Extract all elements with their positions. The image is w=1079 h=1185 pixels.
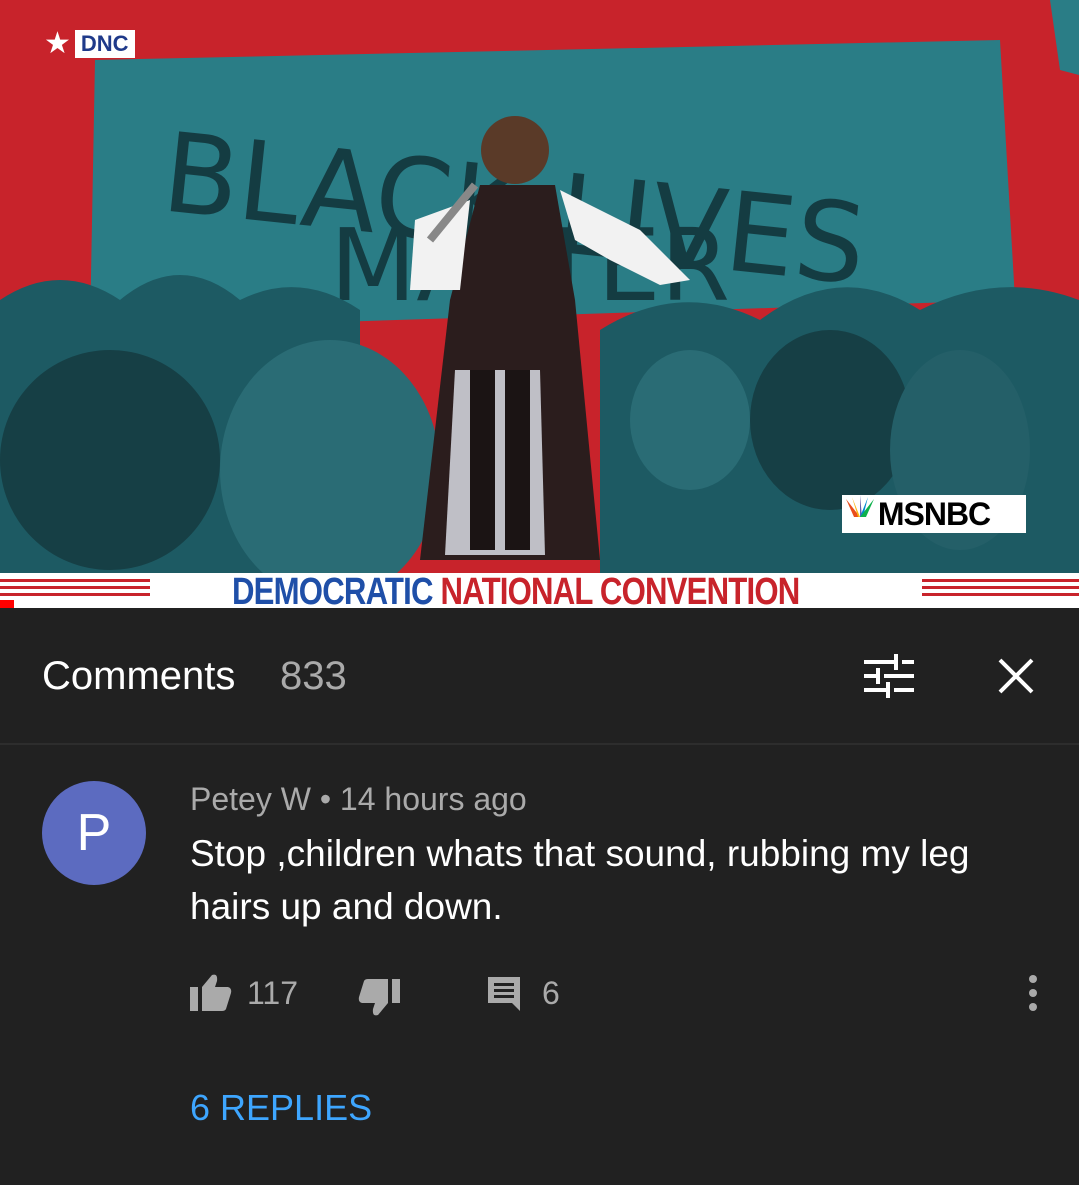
video-player[interactable]: BLACK LIVES MATTER ★ DNC MSNBC: [0, 0, 1079, 608]
msnbc-logo: MSNBC: [842, 495, 1026, 533]
view-replies-button[interactable]: 6 REPLIES: [190, 1087, 372, 1129]
comments-header: Comments 833: [0, 608, 1079, 745]
comment-item: P Petey W • 14 hours ago Stop ,children …: [0, 745, 1079, 1185]
comment-time: 14 hours ago: [339, 781, 527, 817]
performer: [481, 116, 549, 184]
like-count: 117: [247, 975, 299, 1011]
comment-text: Stop ,children whats that sound, rubbing…: [190, 833, 970, 927]
msnbc-text: MSNBC: [877, 495, 991, 532]
dnc-logo-text: DNC: [74, 30, 135, 58]
sort-filter-icon[interactable]: [862, 652, 916, 700]
comment-meta: Petey W • 14 hours ago: [190, 781, 527, 818]
meta-separator: •: [310, 781, 340, 817]
comments-title: Comments: [42, 654, 236, 698]
convention-banner: DEMOCRATIC NATIONAL CONVENTION: [0, 571, 1079, 608]
convention-word-national: NATIONAL CONVENTION: [440, 571, 801, 608]
star-icon: ★: [44, 27, 71, 60]
peacock-icon: [846, 495, 874, 517]
more-vert-icon[interactable]: [1018, 973, 1048, 1013]
dnc-logo: ★ DNC: [44, 27, 135, 60]
convention-word-democratic: DEMOCRATIC: [232, 571, 433, 608]
thumbs-down-icon[interactable]: [358, 977, 400, 1017]
avatar-letter: P: [76, 804, 112, 862]
reply-icon[interactable]: [486, 975, 522, 1011]
comment-author[interactable]: Petey W: [190, 781, 311, 817]
video-progress-bar[interactable]: [0, 600, 15, 608]
close-icon[interactable]: [996, 656, 1036, 696]
comments-count: 833: [280, 654, 347, 698]
avatar[interactable]: P: [42, 781, 146, 885]
thumbs-up-icon[interactable]: [190, 973, 232, 1013]
reply-count: 6: [542, 975, 560, 1011]
